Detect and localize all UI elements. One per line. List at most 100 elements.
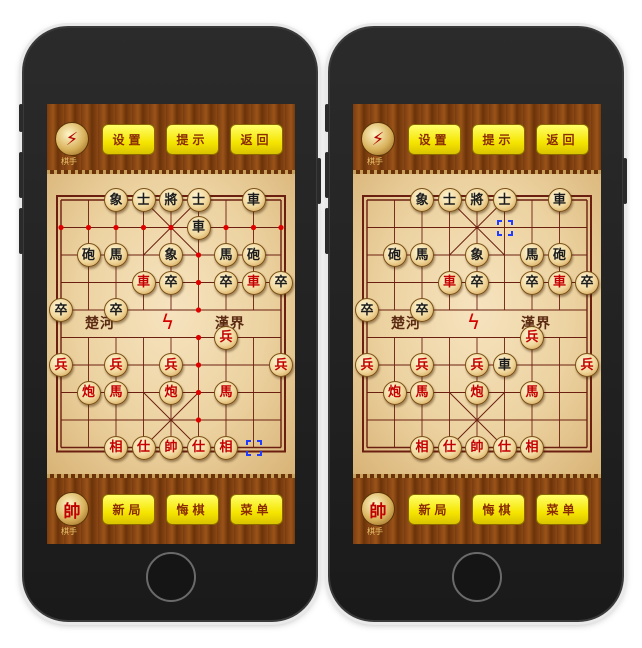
red-piece[interactable]: 兵 [520, 325, 544, 350]
red-piece[interactable]: 仕 [186, 435, 211, 460]
black-piece[interactable]: 砲 [547, 243, 572, 267]
settings-button[interactable]: 设置 [408, 124, 461, 155]
move-hint-dot[interactable] [195, 417, 202, 423]
black-piece[interactable]: 卒 [49, 298, 73, 322]
red-piece[interactable]: 兵 [355, 353, 379, 377]
move-hint-dot[interactable] [85, 224, 92, 231]
phone-frame-left: ⚡ 棋手 设置 提示 返回 楚河 ϟ 漢界 象士將士車車砲馬象馬砲車卒卒車卒卒卒… [19, 26, 321, 622]
app-logo-icon[interactable]: ⚡ [55, 122, 89, 156]
red-piece[interactable]: 兵 [159, 353, 183, 377]
lightning-icon: ϟ [161, 310, 175, 334]
undo-button[interactable]: 悔棋 [166, 494, 219, 525]
black-piece[interactable]: 卒 [410, 298, 434, 322]
black-piece[interactable]: 卒 [355, 298, 379, 322]
menu-button[interactable]: 菜单 [230, 494, 283, 525]
red-piece[interactable]: 仕 [492, 435, 517, 460]
red-piece[interactable]: 帥 [159, 435, 183, 460]
move-hint-dot[interactable] [140, 224, 147, 231]
logo-caption: 棋手 [367, 527, 383, 536]
move-hint-dot[interactable] [250, 224, 257, 231]
black-piece[interactable]: 砲 [382, 243, 407, 267]
black-piece[interactable]: 車 [492, 353, 517, 377]
undo-button[interactable]: 悔棋 [472, 494, 525, 525]
settings-button[interactable]: 设置 [102, 124, 155, 155]
red-piece[interactable]: 相 [520, 435, 544, 460]
menu-button[interactable]: 菜单 [536, 494, 589, 525]
black-piece[interactable]: 砲 [76, 243, 101, 267]
new-game-button[interactable]: 新局 [408, 494, 461, 525]
move-hint-dot[interactable] [223, 224, 229, 231]
black-piece[interactable]: 馬 [214, 243, 238, 267]
black-piece[interactable]: 馬 [410, 243, 434, 267]
red-piece[interactable]: 馬 [104, 380, 128, 405]
black-piece[interactable]: 卒 [159, 270, 183, 295]
red-piece[interactable]: 相 [104, 435, 128, 460]
black-piece[interactable]: 砲 [241, 243, 266, 267]
red-piece[interactable]: 車 [437, 270, 462, 295]
move-hint-dot[interactable] [195, 307, 202, 313]
move-hint-dot[interactable] [168, 224, 174, 231]
red-piece[interactable]: 兵 [49, 353, 73, 377]
move-hint-dot[interactable] [195, 389, 202, 396]
black-piece[interactable]: 士 [131, 188, 156, 212]
red-piece[interactable]: 馬 [520, 380, 544, 405]
black-piece[interactable]: 士 [186, 188, 211, 212]
red-piece[interactable]: 仕 [437, 435, 462, 460]
back-button[interactable]: 返回 [230, 124, 283, 155]
move-hint-dot[interactable] [113, 224, 119, 231]
new-game-button[interactable]: 新局 [102, 494, 155, 525]
black-piece[interactable]: 卒 [104, 298, 128, 322]
red-piece[interactable]: 兵 [575, 353, 599, 377]
black-piece[interactable]: 馬 [520, 243, 544, 267]
black-piece[interactable]: 象 [410, 188, 434, 212]
black-piece[interactable]: 將 [159, 188, 183, 212]
black-piece[interactable]: 卒 [520, 270, 544, 295]
red-piece[interactable]: 兵 [269, 353, 293, 377]
red-piece[interactable]: 帥 [465, 435, 489, 460]
black-piece[interactable]: 將 [465, 188, 489, 212]
move-hint-dot[interactable] [195, 362, 202, 368]
red-piece[interactable]: 炮 [465, 380, 489, 405]
red-piece[interactable]: 馬 [214, 380, 238, 405]
black-piece[interactable]: 卒 [214, 270, 238, 295]
xiangqi-board[interactable]: 楚河 ϟ 漢界 象士將士車車砲馬象馬砲車卒卒車卒卒卒兵兵兵兵兵炮馬炮馬相仕帥仕相 [47, 174, 295, 474]
black-piece[interactable]: 馬 [104, 243, 128, 267]
black-piece[interactable]: 象 [465, 243, 489, 267]
black-piece[interactable]: 卒 [465, 270, 489, 295]
black-piece[interactable]: 卒 [575, 270, 599, 295]
red-piece[interactable]: 相 [214, 435, 238, 460]
red-piece[interactable]: 兵 [410, 353, 434, 377]
red-piece[interactable]: 車 [131, 270, 156, 295]
black-piece[interactable]: 車 [186, 215, 211, 240]
move-hint-dot[interactable] [195, 279, 202, 286]
red-piece[interactable]: 車 [241, 270, 266, 295]
app-logo-icon[interactable]: ⚡ [361, 122, 395, 156]
move-hint-dot[interactable] [58, 224, 64, 231]
back-button[interactable]: 返回 [536, 124, 589, 155]
home-button[interactable] [146, 552, 196, 602]
red-piece[interactable]: 炮 [382, 380, 407, 405]
move-hint-dot[interactable] [278, 224, 284, 231]
black-piece[interactable]: 象 [159, 243, 183, 267]
black-piece[interactable]: 士 [437, 188, 462, 212]
black-piece[interactable]: 卒 [269, 270, 293, 295]
black-piece[interactable]: 車 [547, 188, 572, 212]
red-piece[interactable]: 相 [410, 435, 434, 460]
black-piece[interactable]: 士 [492, 188, 517, 212]
move-hint-dot[interactable] [195, 334, 202, 341]
red-piece[interactable]: 炮 [76, 380, 101, 405]
move-hint-dot[interactable] [195, 252, 202, 258]
black-piece[interactable]: 象 [104, 188, 128, 212]
hint-button[interactable]: 提示 [166, 124, 219, 155]
red-piece[interactable]: 兵 [104, 353, 128, 377]
red-piece[interactable]: 兵 [214, 325, 238, 350]
red-piece[interactable]: 車 [547, 270, 572, 295]
home-button[interactable] [452, 552, 502, 602]
red-piece[interactable]: 炮 [159, 380, 183, 405]
hint-button[interactable]: 提示 [472, 124, 525, 155]
red-piece[interactable]: 馬 [410, 380, 434, 405]
xiangqi-board[interactable]: 楚河 ϟ 漢界 象士將士車砲馬象馬砲車卒卒車卒卒卒兵兵兵兵車兵炮馬炮馬相仕帥仕相 [353, 174, 601, 474]
black-piece[interactable]: 車 [241, 188, 266, 212]
red-piece[interactable]: 仕 [131, 435, 156, 460]
red-piece[interactable]: 兵 [465, 353, 489, 377]
